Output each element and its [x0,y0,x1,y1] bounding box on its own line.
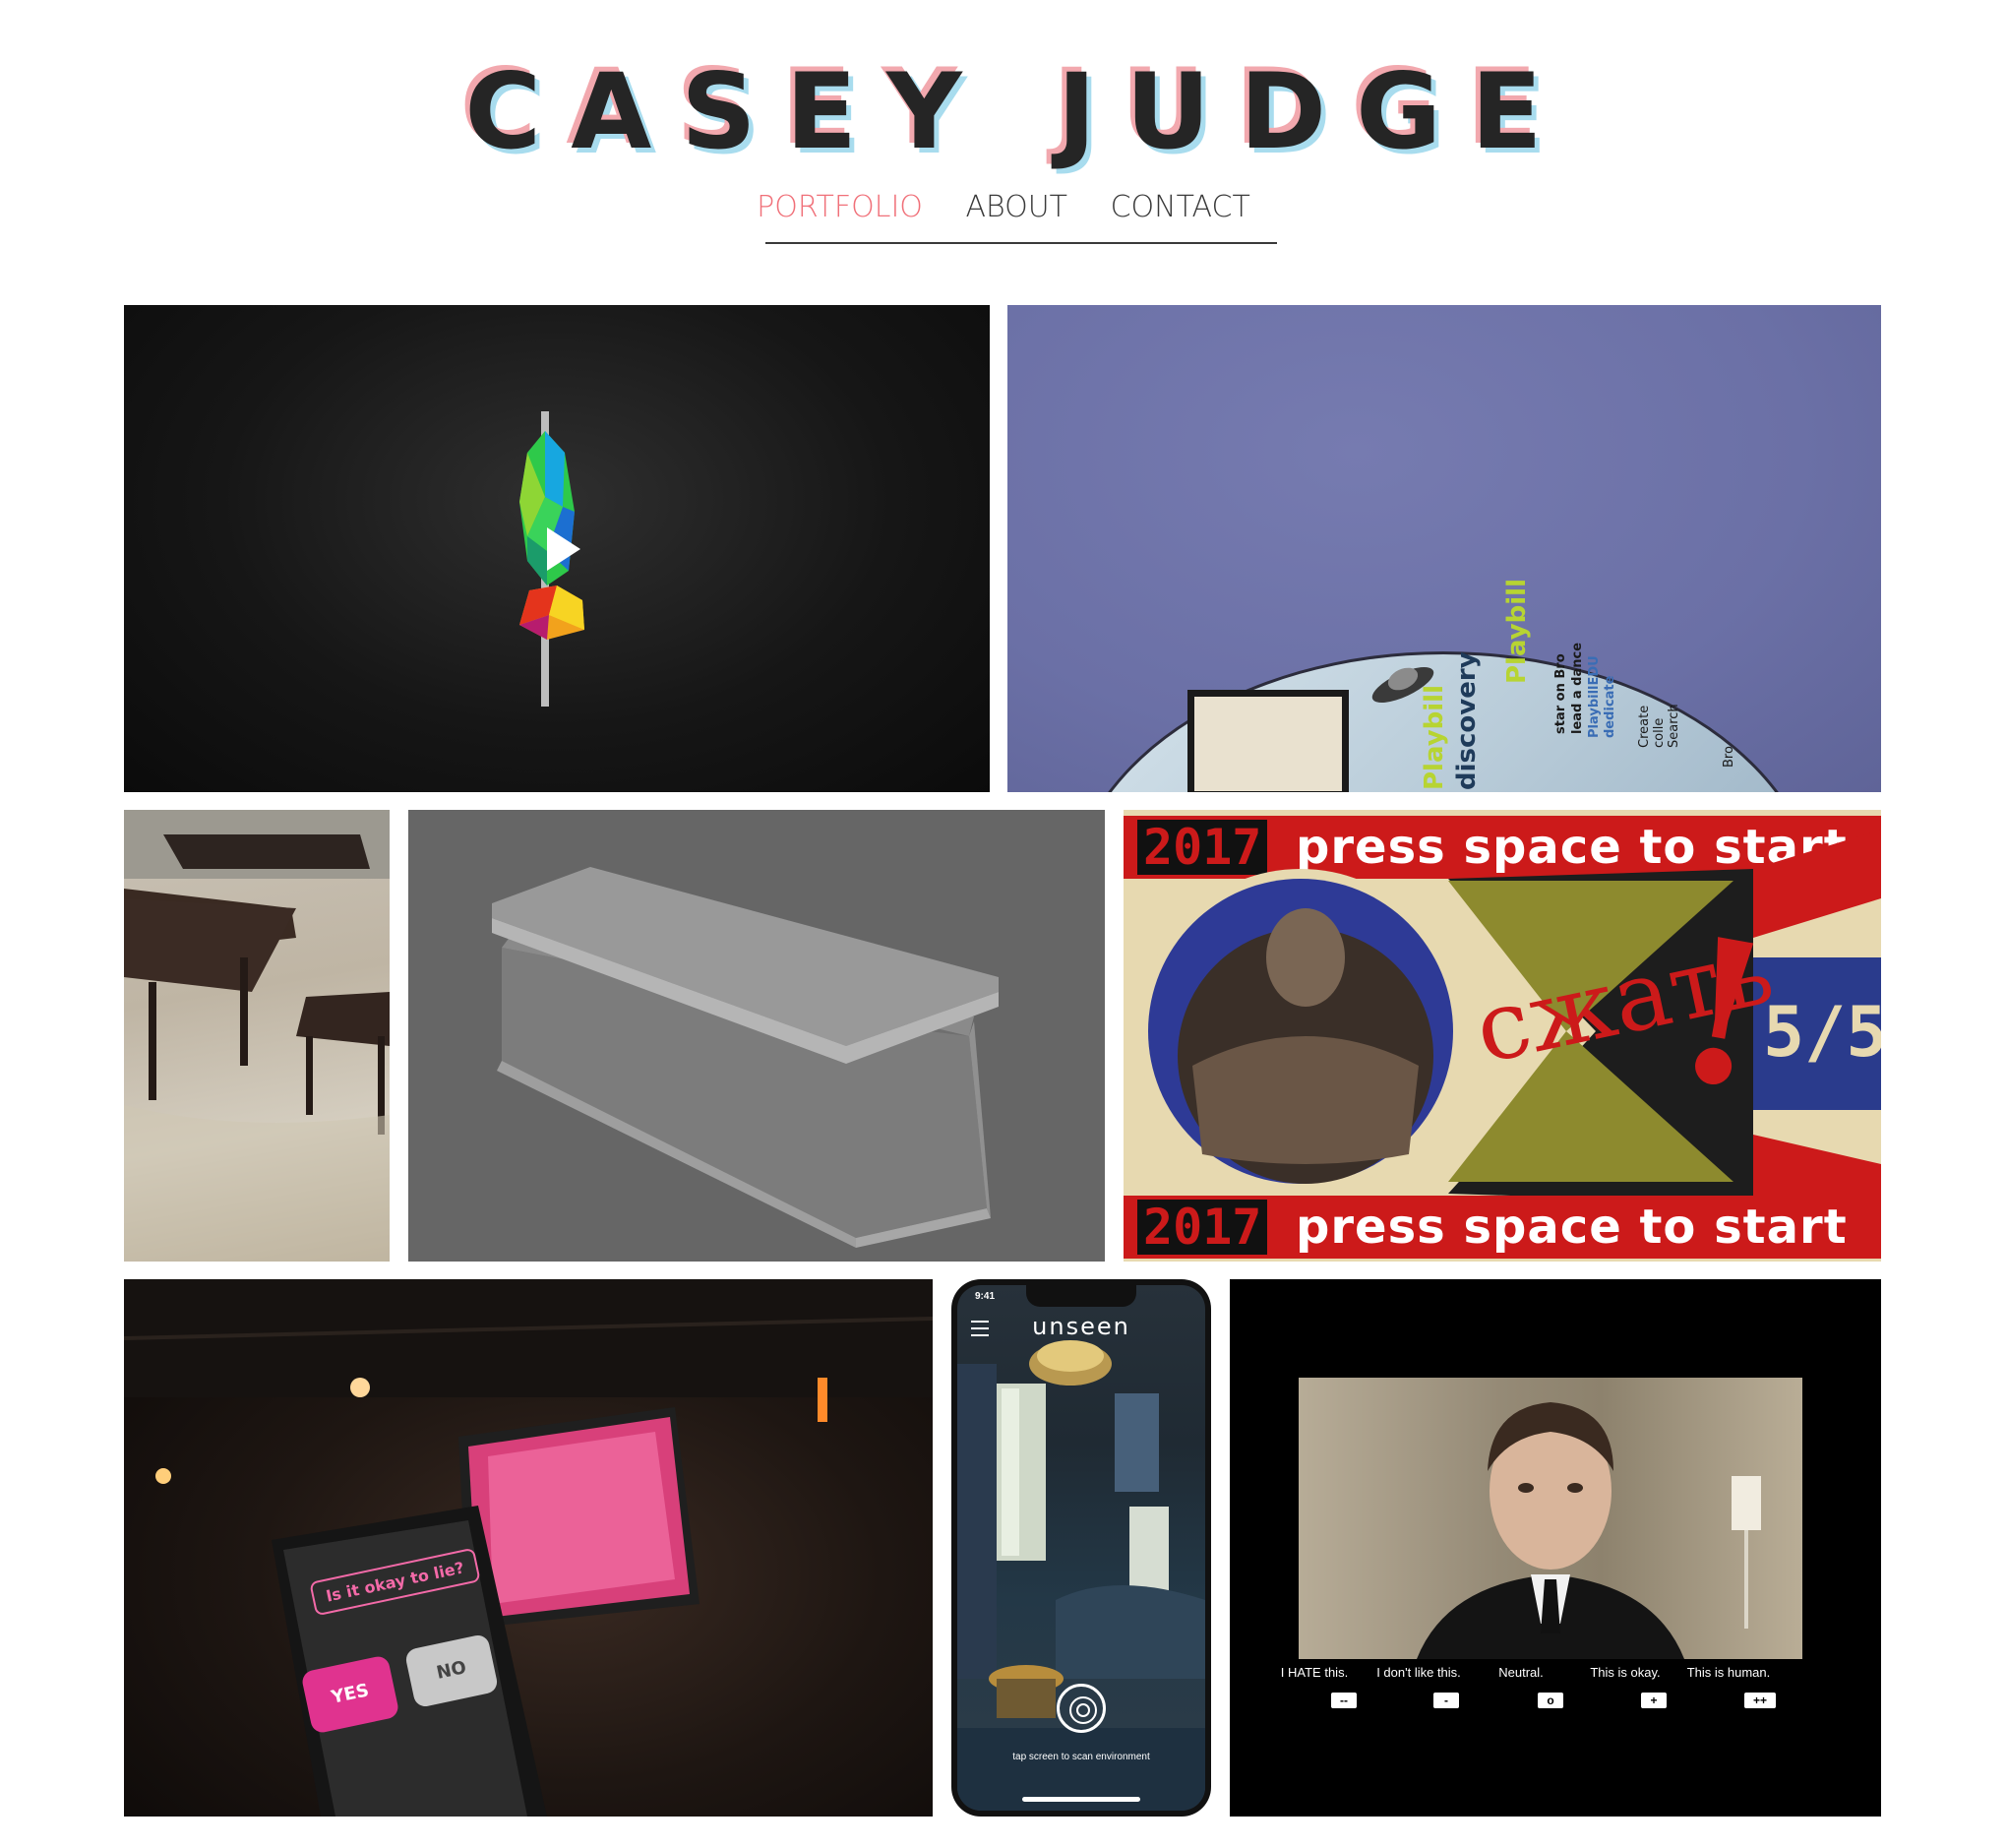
rating-button-neutral[interactable]: o [1538,1693,1563,1708]
nav-about[interactable]: ABOUT [965,190,1067,224]
paper-text-playbill: Playbill [1420,685,1449,790]
play-icon[interactable] [547,527,580,571]
poster-score: 5/5 [1763,992,1881,1073]
box-render-graphic [492,867,999,1248]
paper-text-star: star on Bro [1553,653,1568,734]
rating-label-okay: This is okay. [1590,1665,1661,1680]
phone-screen: 9:41 unseen tap screen to scan environme… [957,1285,1205,1811]
rating-label-human: This is human. [1686,1665,1771,1680]
portrait-video [1299,1378,1802,1659]
portfolio-tile-box-render[interactable] [408,810,1105,1262]
rating-label-dislike: I don't like this. [1376,1665,1461,1680]
main-nav: PORTFOLIO ABOUT CONTACT [0,190,2007,224]
portfolio-tile-paper-cutout[interactable]: Playbill Playbill discovery star on Bro … [1007,305,1881,792]
portfolio-tile-press-space-poster[interactable]: 2017 press space to start сжать ! 5/5 20… [1124,810,1881,1262]
rating-button-dislike[interactable]: - [1433,1693,1459,1708]
rating-button-human[interactable]: ++ [1744,1693,1776,1708]
rating-label-hate: I HATE this. [1280,1665,1349,1680]
home-indicator [1022,1797,1140,1802]
paper-text-playbilledu: PlaybillEDU [1587,655,1602,738]
furniture-graphic [124,810,390,1262]
portfolio-tile-unseen-app[interactable]: 9:41 unseen tap screen to scan environme… [951,1279,1211,1817]
rating-button-okay[interactable]: + [1641,1693,1667,1708]
portrait-graphic [1417,1402,1761,1659]
paper-text-bro: Bro [1722,746,1736,768]
nav-underline [765,242,1277,244]
paper-text-create: Create [1637,706,1652,748]
nav-contact[interactable]: CONTACT [1111,190,1250,224]
site-title[interactable]: CASEY JUDGE [15,51,2007,172]
paper-text-search: Search [1667,704,1681,748]
poster-headline-bottom: press space to start [1296,1200,1848,1255]
rating-label-neutral: Neutral. [1498,1665,1544,1680]
paper-text-discovery: discovery [1452,651,1482,790]
portfolio-tile-ar-furniture[interactable] [124,810,390,1262]
portfolio-tile-human-survey[interactable]: I HATE this. I don't like this. Neutral.… [1230,1279,1881,1817]
portfolio-tile-3d-render[interactable] [124,305,990,792]
fingerprint-icon[interactable] [1057,1684,1106,1733]
paper-text-colle: colle [1652,718,1667,748]
rating-button-hate[interactable]: -- [1331,1693,1357,1708]
nav-portfolio[interactable]: PORTFOLIO [757,190,923,224]
paper-visible-text: Playbill discovery star on Bro lead a da… [1371,643,1736,790]
scan-hint: tap screen to scan environment [1012,1752,1150,1762]
paper-text-lead: lead a dance [1570,643,1585,734]
event-scene-graphic [124,1279,933,1817]
portfolio-tile-event-photo[interactable]: Is it okay to lie? YES NO [124,1279,933,1817]
paper-text-dedicate: dedicate [1603,675,1617,738]
poster-year-bottom: 2017 [1137,1200,1268,1255]
